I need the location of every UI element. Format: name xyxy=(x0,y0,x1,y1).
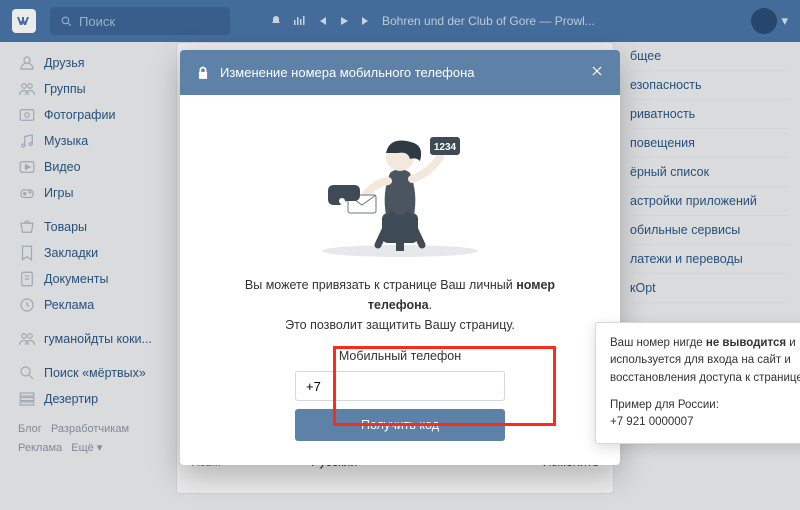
modal-header: Изменение номера мобильного телефона xyxy=(180,50,620,95)
phone-change-modal: Изменение номера мобильного телефона 123… xyxy=(180,50,620,465)
phone-label: Мобильный телефон xyxy=(220,349,580,363)
lock-icon xyxy=(196,66,210,80)
modal-text: Вы можете привязать к странице Ваш личны… xyxy=(220,275,580,335)
illustration: 1234 xyxy=(300,113,500,258)
modal-title: Изменение номера мобильного телефона xyxy=(220,65,475,80)
get-code-button[interactable]: Получить код xyxy=(295,409,505,441)
close-icon[interactable] xyxy=(590,64,604,81)
svg-text:1234: 1234 xyxy=(434,142,457,153)
phone-tooltip: Ваш номер нигде не выводится и используе… xyxy=(595,322,800,444)
phone-input[interactable] xyxy=(295,371,505,401)
